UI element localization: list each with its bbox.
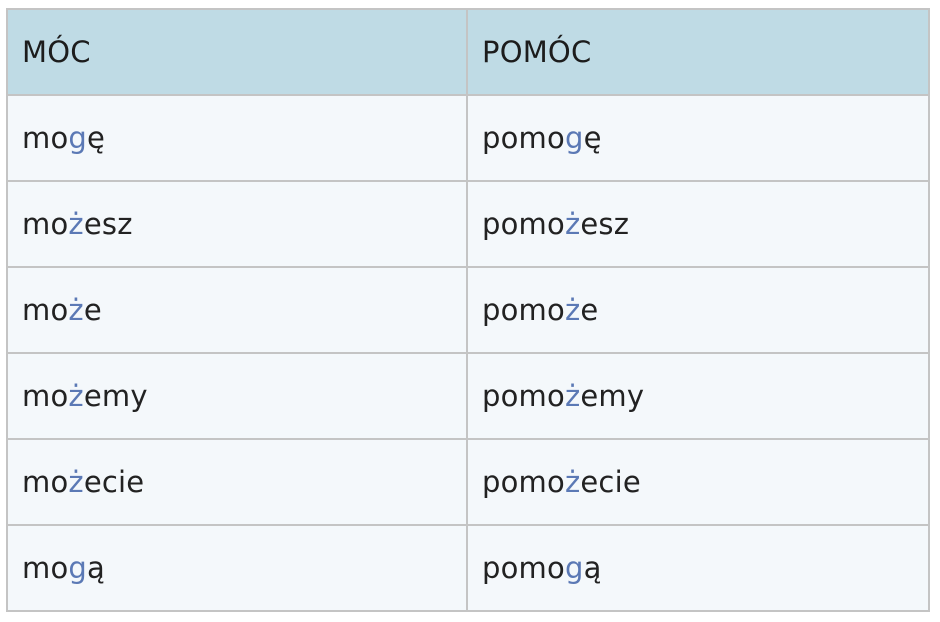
table-cell-pomoc: pomogą <box>466 524 930 612</box>
word-ending: ę <box>87 121 106 155</box>
table-cell-pomoc: pomogę <box>466 94 930 182</box>
word-stem: pomo <box>482 121 565 155</box>
table-row: możecie pomożecie <box>6 438 930 526</box>
word-ending: ecie <box>83 465 145 499</box>
word-ending: esz <box>580 207 630 241</box>
word-stem: pomo <box>482 207 565 241</box>
highlighted-letter: g <box>68 121 88 155</box>
highlighted-letter: ż <box>564 207 581 241</box>
table-cell-moc: mogą <box>6 524 468 612</box>
highlighted-letter: g <box>68 551 88 585</box>
table-row: możemy pomożemy <box>6 352 930 440</box>
table-body: mogę pomogę możesz pomożesz może pomoże … <box>6 94 930 612</box>
word-ending: ą <box>583 551 602 585</box>
highlighted-letter: ż <box>68 379 84 413</box>
word-ending: emy <box>580 379 645 413</box>
table-header: MÓC POMÓC <box>6 8 930 96</box>
word-stem: mo <box>22 379 69 413</box>
word-ending: esz <box>83 207 133 241</box>
table-row: możesz pomożesz <box>6 180 930 268</box>
header-row: MÓC POMÓC <box>6 8 930 96</box>
word-ending: ecie <box>580 465 641 499</box>
column-header-pomoc: POMÓC <box>466 8 930 96</box>
table-cell-pomoc: pomoże <box>466 266 930 354</box>
word-stem: mo <box>22 465 69 499</box>
word-stem: pomo <box>482 465 565 499</box>
column-header-moc: MÓC <box>6 8 468 96</box>
highlighted-letter: g <box>564 121 584 155</box>
table-row: mogą pomogą <box>6 524 930 612</box>
highlighted-letter: ż <box>68 465 84 499</box>
highlighted-letter: ż <box>564 293 581 327</box>
conjugation-table: MÓC POMÓC mogę pomogę możesz pomożesz mo… <box>6 8 930 612</box>
table-cell-moc: możemy <box>6 352 468 440</box>
word-stem: mo <box>22 207 69 241</box>
highlighted-letter: ż <box>564 465 581 499</box>
word-stem: pomo <box>482 551 565 585</box>
table-cell-pomoc: pomożesz <box>466 180 930 268</box>
word-ending: ę <box>583 121 602 155</box>
table-cell-moc: możecie <box>6 438 468 526</box>
word-ending: e <box>83 293 102 327</box>
word-stem: mo <box>22 121 69 155</box>
word-ending: e <box>580 293 599 327</box>
table-cell-moc: możesz <box>6 180 468 268</box>
word-ending: emy <box>83 379 148 413</box>
table-row: może pomoże <box>6 266 930 354</box>
table-cell-pomoc: pomożecie <box>466 438 930 526</box>
highlighted-letter: g <box>564 551 584 585</box>
word-stem: pomo <box>482 379 565 413</box>
word-stem: mo <box>22 293 69 327</box>
table-cell-pomoc: pomożemy <box>466 352 930 440</box>
highlighted-letter: ż <box>564 379 581 413</box>
table-row: mogę pomogę <box>6 94 930 182</box>
word-stem: mo <box>22 551 69 585</box>
highlighted-letter: ż <box>68 207 84 241</box>
word-ending: ą <box>87 551 105 585</box>
word-stem: pomo <box>482 293 565 327</box>
highlighted-letter: ż <box>68 293 84 327</box>
table-cell-moc: mogę <box>6 94 468 182</box>
table-cell-moc: może <box>6 266 468 354</box>
